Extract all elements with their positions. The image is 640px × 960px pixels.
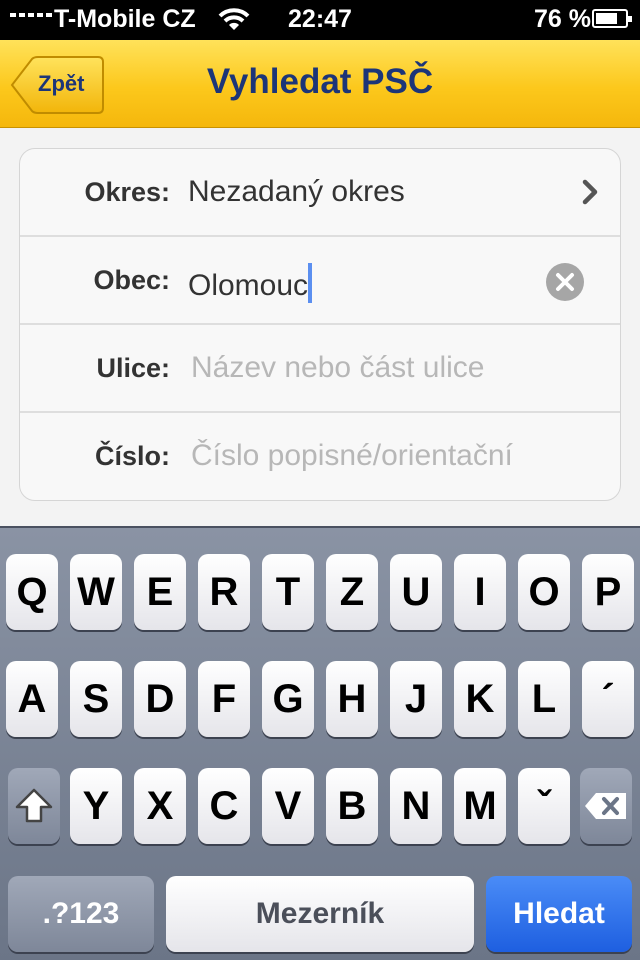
clear-input-icon[interactable]	[546, 263, 584, 301]
key-3-2[interactable]: X	[134, 768, 186, 844]
backspace-key[interactable]	[580, 768, 632, 844]
on-screen-keyboard: .?123 Mezerník Hledat QWERTZUIOP ASDFGHJK…	[0, 526, 640, 960]
shift-key[interactable]	[8, 768, 60, 844]
key-2-2[interactable]: S	[70, 661, 122, 737]
district-value: Nezadaný okres	[188, 175, 405, 208]
key-2-10[interactable]: ´	[582, 661, 634, 737]
key-3-6[interactable]: N	[390, 768, 442, 844]
chevron-right-icon	[582, 179, 598, 210]
status-bar: T-Mobile CZ 22:47 76 %	[0, 0, 640, 40]
key-1-9[interactable]: O	[518, 554, 570, 630]
number-input[interactable]: Číslo popisné/orientační	[191, 439, 513, 473]
town-input[interactable]: Olomouc	[188, 263, 313, 303]
key-3-5[interactable]: B	[326, 768, 378, 844]
page-title: Vyhledat PSČ	[206, 62, 434, 101]
battery-fill	[596, 13, 617, 24]
key-3-1[interactable]: Y	[70, 768, 122, 844]
street-row: Ulice: Název nebo část ulice	[20, 325, 620, 413]
battery-percent: 76 %	[534, 5, 591, 33]
postcode-search-form: Okres: Nezadaný okres Obec: Olomouc Ulic…	[19, 148, 621, 501]
number-label: Číslo:	[94, 441, 170, 471]
district-label: Okres:	[84, 177, 170, 207]
text-cursor	[308, 263, 313, 303]
search-key[interactable]: Hledat	[486, 876, 632, 952]
town-input-text: Olomouc	[188, 269, 309, 302]
key-2-3[interactable]: D	[134, 661, 186, 737]
key-1-1[interactable]: Q	[6, 554, 58, 630]
key-3-4[interactable]: V	[262, 768, 314, 844]
number-row: Číslo: Číslo popisné/orientační	[20, 413, 620, 500]
key-2-9[interactable]: L	[518, 661, 570, 737]
street-label: Ulice:	[96, 353, 170, 383]
key-3-7[interactable]: M	[454, 768, 506, 844]
street-input[interactable]: Název nebo část ulice	[191, 351, 485, 385]
key-1-7[interactable]: U	[390, 554, 442, 630]
key-3-3[interactable]: C	[198, 768, 250, 844]
key-3-8[interactable]: ˇ	[518, 768, 570, 844]
key-1-8[interactable]: I	[454, 554, 506, 630]
numbers-key[interactable]: .?123	[8, 876, 154, 952]
key-1-2[interactable]: W	[70, 554, 122, 630]
key-2-4[interactable]: F	[198, 661, 250, 737]
key-2-1[interactable]: A	[6, 661, 58, 737]
key-2-5[interactable]: G	[262, 661, 314, 737]
key-1-10[interactable]: P	[582, 554, 634, 630]
key-1-5[interactable]: T	[262, 554, 314, 630]
key-2-6[interactable]: H	[326, 661, 378, 737]
battery-icon	[592, 9, 632, 28]
district-row[interactable]: Okres: Nezadaný okres	[20, 149, 620, 237]
space-key[interactable]: Mezerník	[166, 876, 474, 952]
town-row: Obec: Olomouc	[20, 237, 620, 325]
key-1-3[interactable]: E	[134, 554, 186, 630]
key-2-7[interactable]: J	[390, 661, 442, 737]
town-label: Obec:	[93, 265, 170, 295]
key-2-8[interactable]: K	[454, 661, 506, 737]
key-1-4[interactable]: R	[198, 554, 250, 630]
navigation-bar: Zpět Vyhledat PSČ	[0, 40, 640, 128]
key-1-6[interactable]: Z	[326, 554, 378, 630]
